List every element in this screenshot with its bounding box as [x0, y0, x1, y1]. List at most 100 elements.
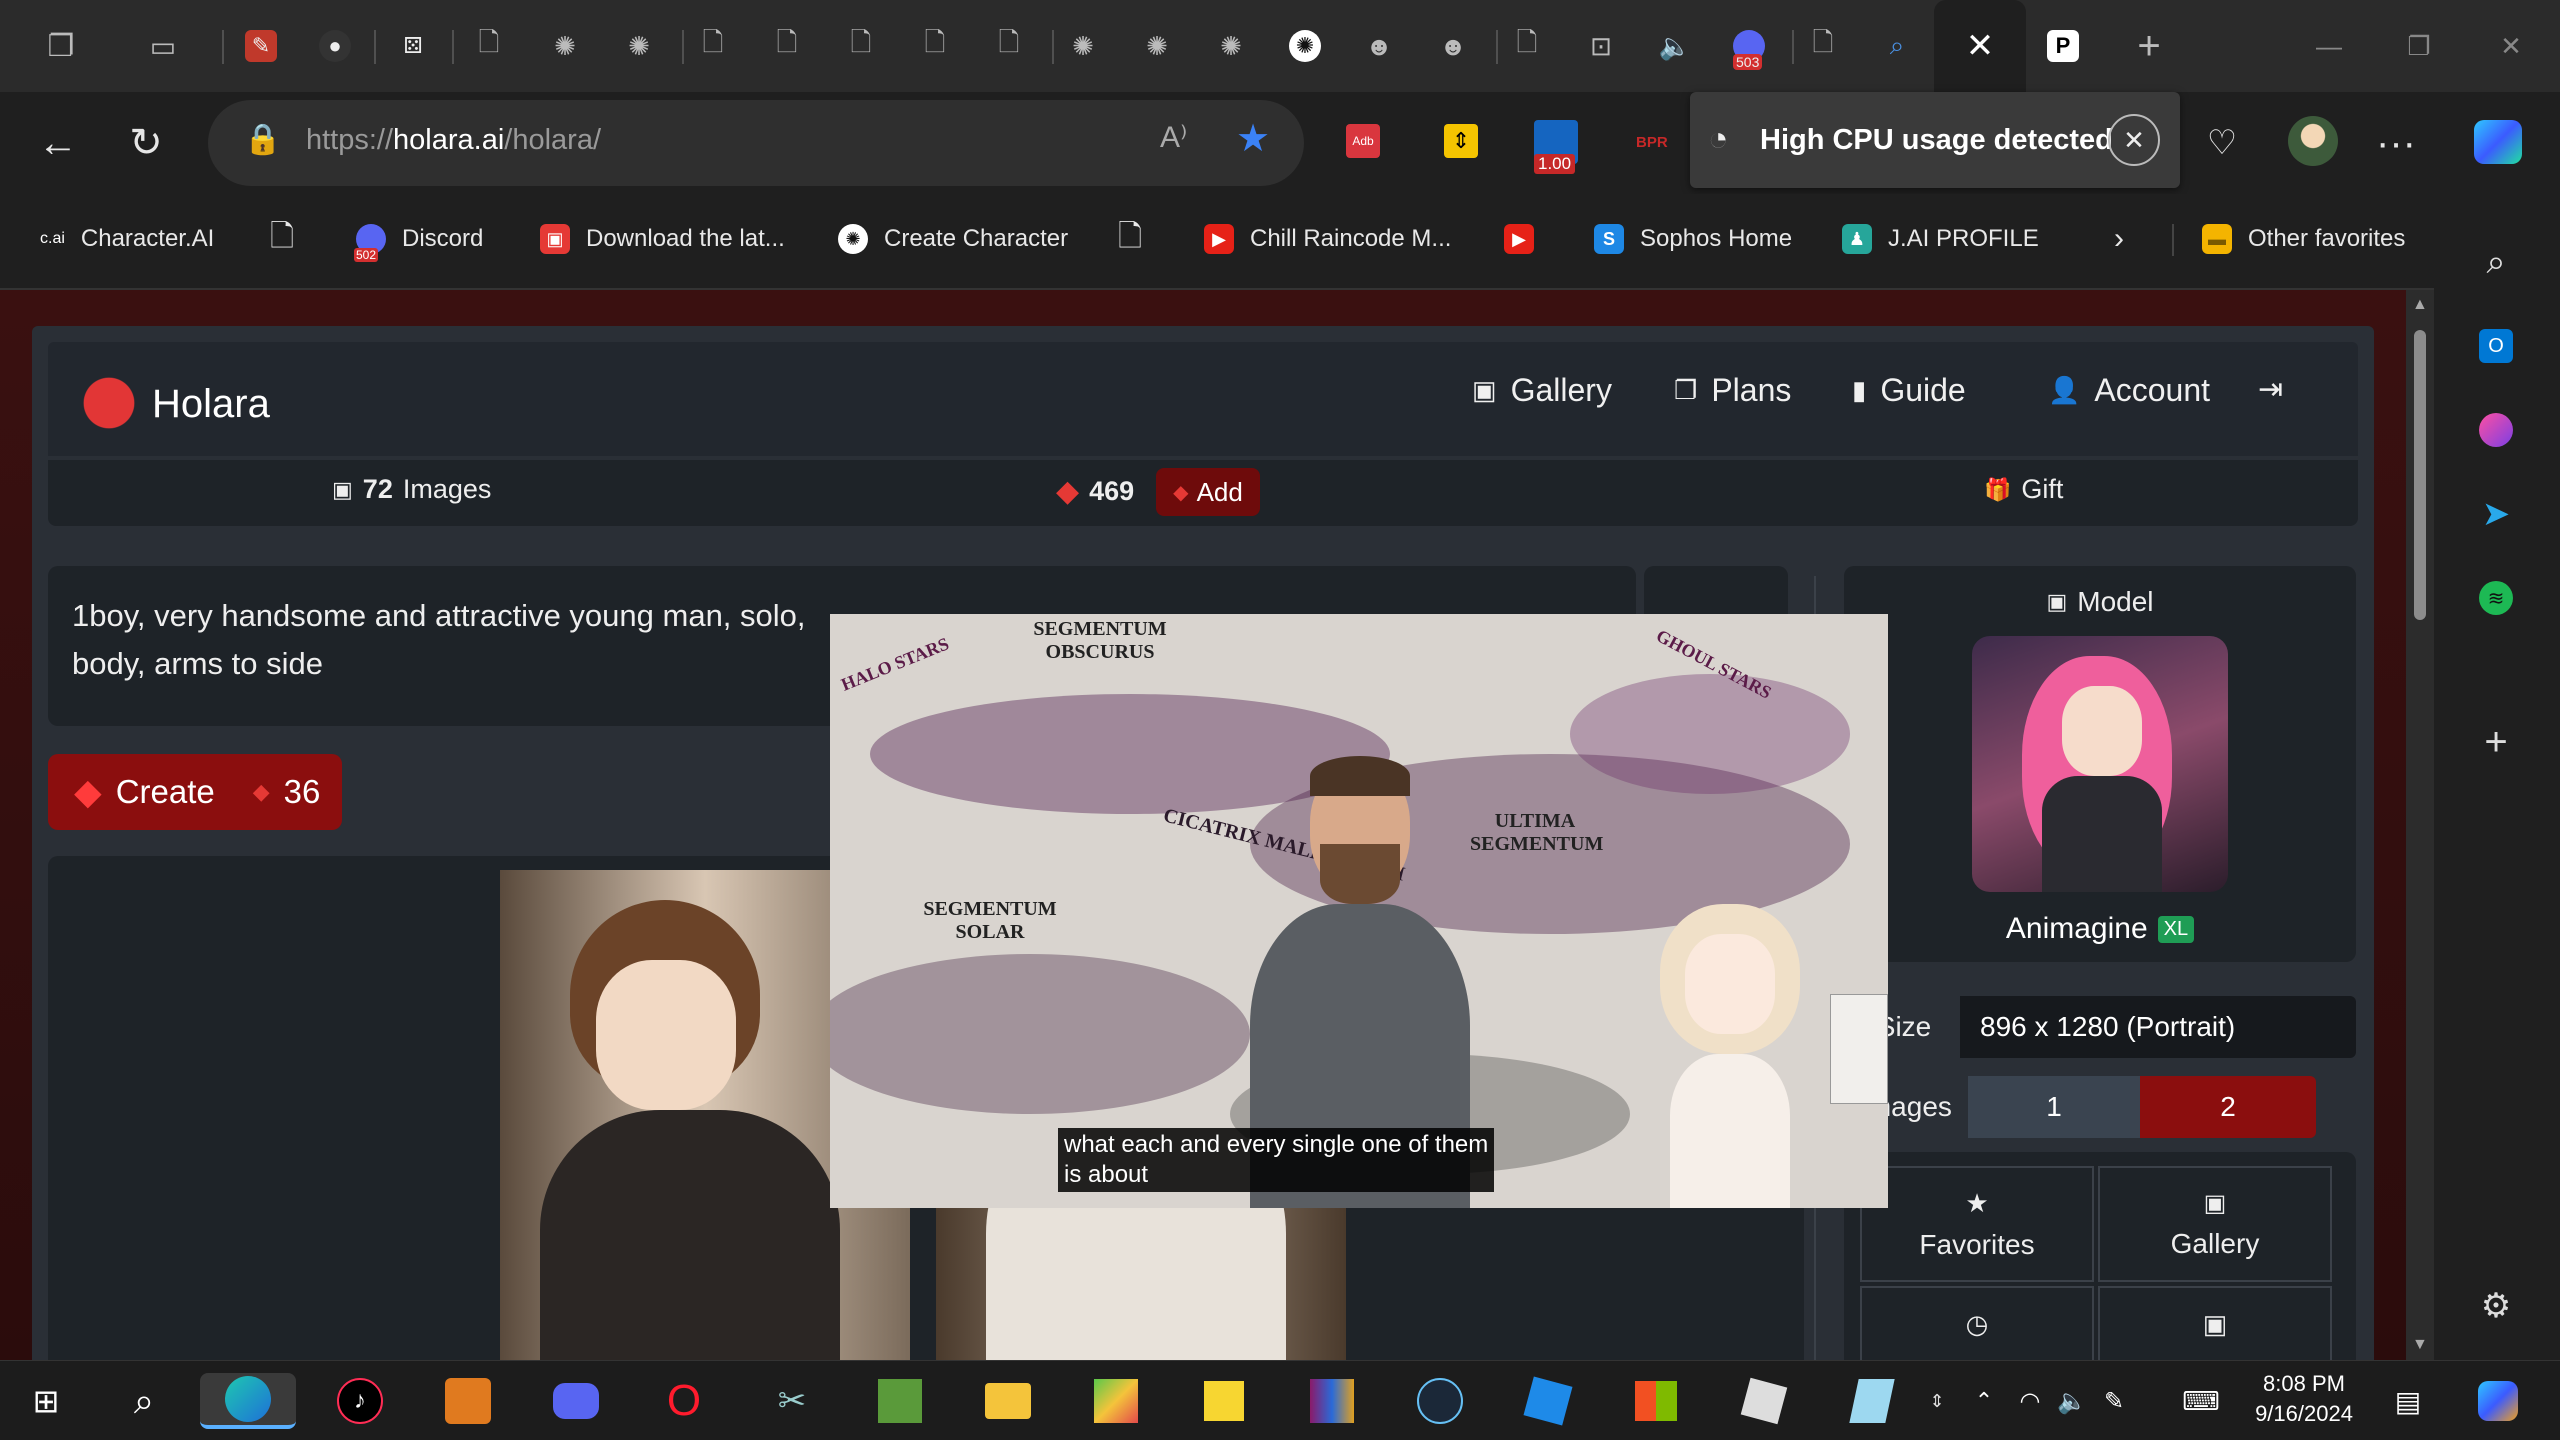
taskbar-clock[interactable]: 8:08 PM 9/16/2024 [2244, 1369, 2364, 1429]
favorite-other-folder[interactable]: ▬ Other favorites [2202, 214, 2405, 264]
tab-dark-circle[interactable]: ● [306, 18, 364, 74]
spotify-icon[interactable]: ≋ [2468, 570, 2524, 626]
tray-volume[interactable]: 🔈 [2052, 1373, 2092, 1429]
favorite-download[interactable]: ▣ Download the lat... [540, 214, 785, 264]
upload-image-button[interactable]: ▣ [2098, 1286, 2332, 1360]
tab-dice[interactable]: ⚄ [384, 18, 442, 74]
taskbar-sticky-notes[interactable] [1196, 1373, 1252, 1429]
taskbar-tiktok[interactable]: ♪ [332, 1373, 388, 1429]
favorite-page-2[interactable]: 🗋 [1118, 214, 1142, 264]
tab-page-3[interactable]: 🗋 [758, 18, 816, 74]
favorite-character-ai[interactable]: c.ai Character.AI [40, 214, 214, 264]
close-tab-icon[interactable]: ✕ [1966, 26, 1995, 66]
brand-name[interactable]: Holara [152, 382, 270, 427]
lock-icon[interactable]: 🔒 [244, 122, 281, 157]
favorite-jai-profile[interactable]: ♟ J.AI PROFILE [1842, 214, 2039, 264]
telegram-icon[interactable]: ➤ [2468, 486, 2524, 542]
designer-icon[interactable] [2468, 402, 2524, 458]
more-menu-button[interactable]: ··· [2368, 118, 2424, 168]
taskbar-search-button[interactable]: ⌕ [116, 1373, 172, 1429]
start-button[interactable]: ⊞ [18, 1373, 74, 1429]
address-bar[interactable]: 🔒 https://holara.ai/holara/ A⁾ ★ [208, 100, 1304, 186]
tray-pen[interactable]: ✎ [2094, 1373, 2134, 1429]
refresh-button[interactable]: ↻ [118, 118, 174, 168]
taskbar-discord[interactable] [548, 1373, 604, 1429]
minimize-button[interactable]: — [2300, 18, 2358, 74]
tray-wifi[interactable]: ◠ [2010, 1373, 2050, 1429]
favorites-overflow-chevron[interactable]: › [2114, 214, 2124, 264]
tab-page-5[interactable]: 🗋 [906, 18, 964, 74]
tab-openai-2[interactable]: ✺ [610, 18, 668, 74]
extension-red-icon[interactable]: BPR [1636, 134, 1668, 151]
back-button[interactable]: ← [30, 118, 86, 168]
scroll-up-icon[interactable]: ▲ [2412, 296, 2428, 314]
taskbar-bluestacks[interactable] [1088, 1373, 1144, 1429]
tab-media[interactable]: ⊡ [1572, 18, 1630, 74]
tray-chevron[interactable]: ⌃ [1964, 1373, 2004, 1429]
sidebar-search-icon[interactable]: ⌕ [2468, 234, 2524, 290]
close-window-button[interactable]: ✕ [2482, 18, 2540, 74]
scroll-down-icon[interactable]: ▼ [2412, 1336, 2428, 1354]
tab-character-1[interactable]: ☻ [1350, 18, 1408, 74]
model-thumbnail[interactable] [1972, 636, 2228, 892]
workspaces-icon[interactable]: ❐ [32, 18, 90, 74]
taskbar-snipping[interactable]: ✂ [764, 1373, 820, 1429]
taskbar-roblox[interactable] [1736, 1373, 1792, 1429]
nav-guide[interactable]: ▮ Guide [1852, 372, 1966, 409]
taskbar-steam[interactable] [1412, 1373, 1468, 1429]
tab-active-holara[interactable]: ✕ [1934, 0, 2026, 92]
taskbar-overflow[interactable]: ⇕ [1922, 1373, 1952, 1429]
holara-logo-icon[interactable] [76, 372, 142, 434]
tab-actions-icon[interactable]: ▭ [134, 18, 192, 74]
tab-openai-5[interactable]: ✺ [1202, 18, 1260, 74]
picture-in-picture-video[interactable]: SEGMENTUM OBSCURUS HALO STARS GHOUL STAR… [830, 614, 1888, 1208]
profile-avatar[interactable] [2288, 116, 2338, 166]
favorite-chill-raincode[interactable]: ▶ Chill Raincode M... [1204, 214, 1451, 264]
outlook-icon[interactable]: O [2468, 318, 2524, 374]
favorite-star-icon[interactable]: ★ [1236, 116, 1270, 161]
tab-search[interactable]: ⌕ [1868, 18, 1926, 74]
favorite-create-character[interactable]: ✺ Create Character [838, 214, 1068, 264]
nav-plans[interactable]: ❐ Plans [1674, 372, 1791, 409]
read-aloud-icon[interactable]: A⁾ [1160, 120, 1187, 155]
favorite-youtube[interactable]: ▶ [1504, 214, 1534, 264]
taskbar-edge[interactable] [200, 1373, 296, 1429]
page-scrollbar[interactable]: ▲ ▼ [2406, 290, 2434, 1360]
tab-page-2[interactable]: 🗋 [684, 18, 742, 74]
scroll-thumb[interactable] [2414, 330, 2426, 620]
video-speed-extension-icon[interactable]: 1.00 [1534, 120, 1578, 174]
new-tab-button[interactable]: + [2120, 18, 2178, 74]
notification-center-button[interactable]: ▤ [2386, 1373, 2430, 1429]
images-count[interactable]: ▣ 72 Images [332, 474, 491, 505]
tab-discord[interactable]: 503 [1720, 18, 1778, 74]
dismiss-notification-button[interactable]: ✕ [2108, 114, 2160, 166]
tab-page-7[interactable]: 🗋 [1498, 18, 1556, 74]
taskbar-microsoft-store[interactable] [1628, 1373, 1684, 1429]
tab-page-1[interactable]: 🗋 [460, 18, 518, 74]
tab-openai-6[interactable]: ✺ [1276, 18, 1334, 74]
tab-openai-1[interactable]: ✺ [536, 18, 594, 74]
cpu-notification[interactable]: ◔ High CPU usage detected ✕ [1690, 92, 2180, 188]
tab-page-8[interactable]: 🗋 [1794, 18, 1852, 74]
add-gems-button[interactable]: ◆ Add [1156, 468, 1260, 516]
favorite-discord[interactable]: 502 Discord [354, 214, 483, 264]
logout-button[interactable]: ⇥ [2258, 372, 2283, 407]
images-option-2[interactable]: 2 [2140, 1076, 2316, 1138]
copilot-icon[interactable] [2474, 120, 2522, 164]
nav-gallery[interactable]: ▣ Gallery [1472, 372, 1612, 409]
gift-button[interactable]: 🎁 Gift [1984, 474, 2063, 505]
sidebar-settings-icon[interactable]: ⚙ [2468, 1278, 2524, 1334]
history-button[interactable]: ◷ [1860, 1286, 2094, 1360]
maximize-button[interactable]: ❐ [2390, 18, 2448, 74]
taskbar-winrar[interactable] [1304, 1373, 1360, 1429]
tab-page-4[interactable]: 🗋 [832, 18, 890, 74]
tab-openai-3[interactable]: ✺ [1054, 18, 1112, 74]
create-button[interactable]: ◆ Create ◆ 36 [48, 754, 342, 830]
adblock-extension-icon[interactable]: Adb [1346, 124, 1380, 158]
tab-audio[interactable]: 🔈 [1646, 18, 1704, 74]
taskbar-file-explorer[interactable] [980, 1373, 1036, 1429]
taskbar-orange-app[interactable] [440, 1373, 496, 1429]
taskbar-app-blue[interactable] [1844, 1373, 1900, 1429]
sidebar-add-button[interactable]: + [2468, 714, 2524, 770]
images-option-1[interactable]: 1 [1968, 1076, 2140, 1138]
